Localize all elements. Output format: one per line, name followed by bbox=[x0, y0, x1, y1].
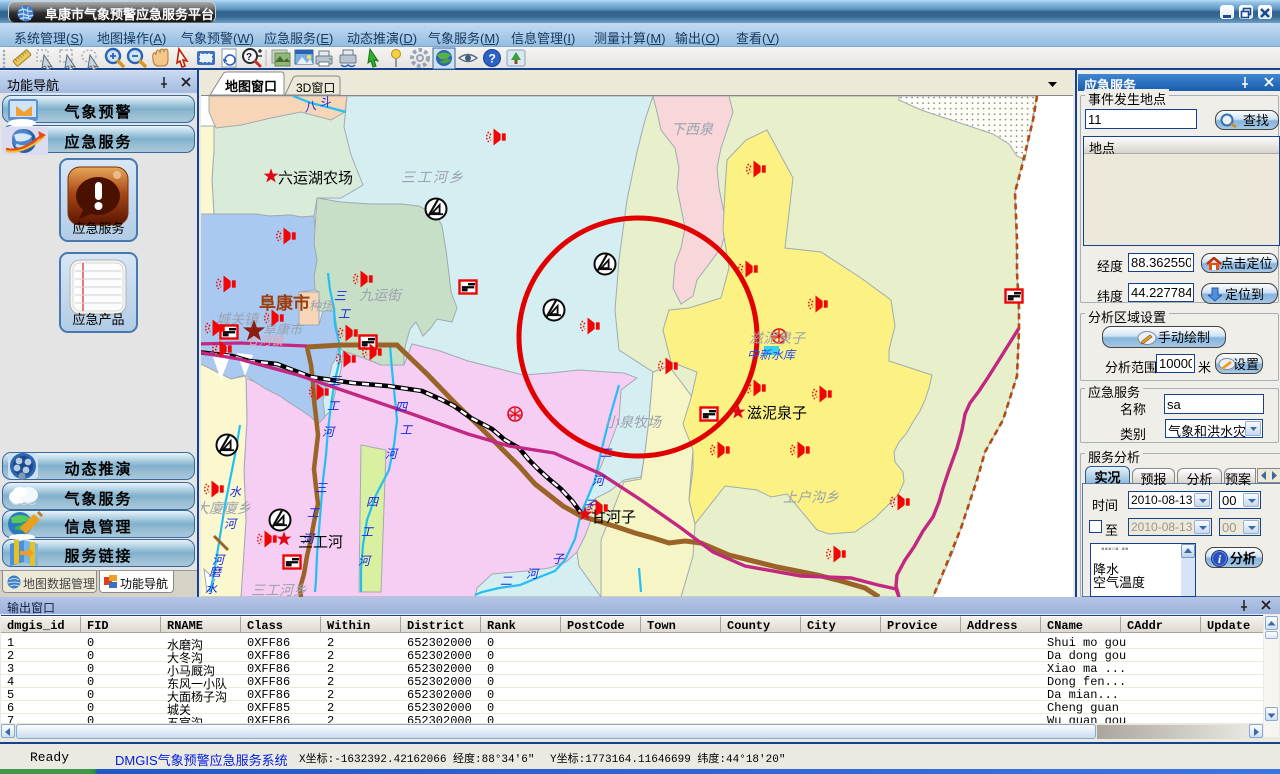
svg-text:种场: 种场 bbox=[309, 299, 334, 313]
svg-text:河: 河 bbox=[592, 474, 606, 488]
svg-text:三: 三 bbox=[315, 481, 328, 495]
svg-text:二: 二 bbox=[500, 574, 513, 588]
svg-text:四: 四 bbox=[366, 495, 380, 509]
svg-text:工: 工 bbox=[400, 423, 413, 437]
svg-text:三工河乡: 三工河乡 bbox=[251, 582, 307, 597]
svg-text:小泉牧场: 小泉牧场 bbox=[605, 414, 662, 430]
svg-text:二: 二 bbox=[600, 446, 613, 460]
svg-text:大廈廈乡: 大廈廈乡 bbox=[201, 500, 251, 516]
svg-text:工: 工 bbox=[327, 399, 340, 413]
svg-text:六运湖农场: 六运湖农场 bbox=[278, 170, 353, 187]
svg-text:三工河乡: 三工河乡 bbox=[401, 169, 465, 185]
svg-text:工: 工 bbox=[338, 307, 351, 321]
svg-text:磨: 磨 bbox=[209, 565, 223, 579]
svg-text:河: 河 bbox=[322, 425, 336, 439]
svg-text:滋泥泉子: 滋泥泉子 bbox=[747, 405, 807, 422]
svg-text:?: ? bbox=[489, 52, 496, 66]
svg-text:工: 工 bbox=[307, 506, 320, 520]
svg-text:工: 工 bbox=[361, 525, 374, 539]
svg-text:上户沟乡: 上户沟乡 bbox=[783, 489, 839, 505]
svg-text:河: 河 bbox=[358, 554, 372, 568]
svg-text:子: 子 bbox=[552, 552, 565, 566]
svg-text:河: 河 bbox=[224, 517, 238, 531]
svg-text:河: 河 bbox=[385, 447, 399, 461]
svg-text:水: 水 bbox=[205, 582, 218, 596]
svg-text:河: 河 bbox=[526, 567, 540, 581]
svg-text:中新水库: 中新水库 bbox=[747, 348, 797, 362]
svg-text:滋泥泉子: 滋泥泉子 bbox=[749, 330, 806, 346]
svg-text:三: 三 bbox=[329, 374, 342, 388]
svg-text:九运街: 九运街 bbox=[359, 287, 403, 303]
svg-text:水: 水 bbox=[229, 485, 242, 499]
svg-text:三: 三 bbox=[334, 289, 347, 303]
svg-text:下西泉: 下西泉 bbox=[671, 121, 714, 137]
svg-text:三工河: 三工河 bbox=[298, 534, 343, 551]
svg-text:?: ? bbox=[246, 52, 252, 63]
svg-text:四: 四 bbox=[395, 400, 409, 414]
svg-text:阜康市: 阜康市 bbox=[259, 293, 310, 313]
